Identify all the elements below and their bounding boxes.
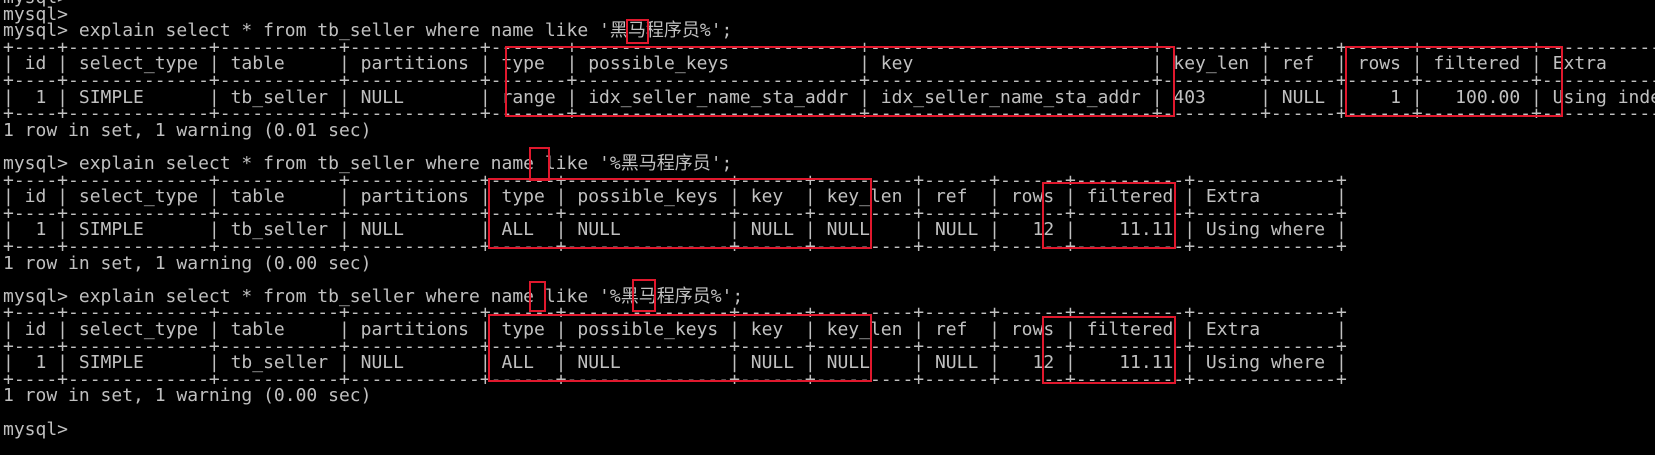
prompt-line: mysql>: [3, 418, 69, 440]
terminal-window[interactable]: mysql> mysql> mysql> explain select * fr…: [0, 0, 1655, 455]
result-summary: 1 row in set, 1 warning (0.00 sec): [3, 252, 372, 274]
result-summary: 1 row in set, 1 warning (0.00 sec): [3, 385, 372, 407]
result-summary: 1 row in set, 1 warning (0.01 sec): [3, 119, 372, 141]
